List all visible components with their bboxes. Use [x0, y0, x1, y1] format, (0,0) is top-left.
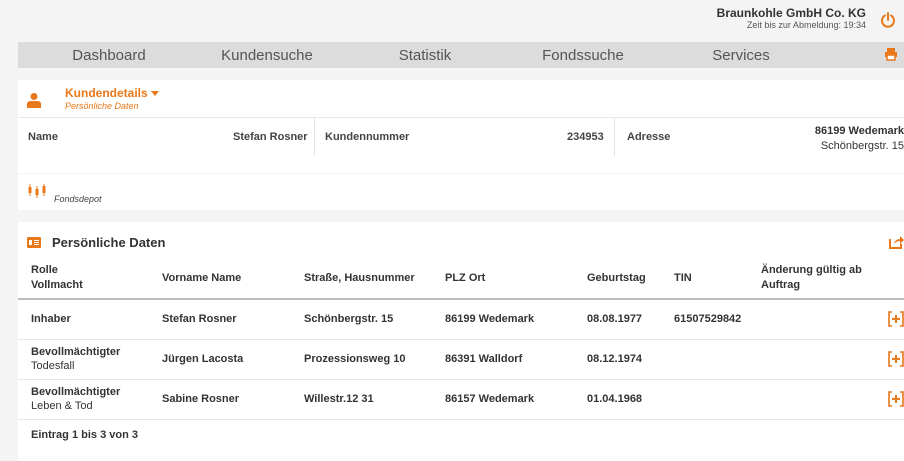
column-header-actions [874, 258, 904, 299]
cell-plz: 86157 Wedemark [445, 393, 535, 405]
cell-rolle: Bevollmächtigter Leben & Tod [31, 386, 121, 412]
cell-tin [674, 379, 761, 419]
nav-item-fondssuche[interactable]: Fondssuche [504, 47, 662, 64]
cell-tin [674, 339, 761, 379]
cell-strasse: Willestr.12 31 [304, 393, 374, 405]
nav-item-statistik[interactable]: Statistik [346, 47, 504, 64]
cell-strasse: Schönbergstr. 15 [304, 313, 394, 326]
cell-actions [874, 379, 904, 419]
column-header-geburtstag[interactable]: Geburtstag [587, 258, 674, 299]
column-header-name[interactable]: Vorname Name [162, 258, 304, 299]
cell-rolle: Inhaber [31, 313, 71, 326]
adresse-label: Adresse [627, 131, 671, 143]
kundennummer-label: Kundennummer [325, 131, 410, 143]
add-icon[interactable] [888, 311, 904, 328]
main-nav: Dashboard Kundensuche Statistik Fondssuc… [18, 42, 904, 68]
cell-strasse: Prozessionsweg 10 [304, 353, 406, 365]
kundennummer-value: 234953 [567, 131, 604, 143]
cell-name: Sabine Rosner [162, 393, 240, 405]
fondsdepot-label: Fondsdepot [54, 194, 102, 204]
persoenliche-daten-header: Persönliche Daten [18, 222, 904, 258]
power-icon[interactable] [880, 12, 896, 28]
kundendetails-header: Kundendetails Persönliche Daten [18, 80, 904, 118]
persoenliche-daten-table: Rolle Vollmacht Vorname Name Straße, Haus… [18, 258, 904, 420]
name-label: Name [28, 131, 58, 143]
column-header-plz[interactable]: PLZ Ort [445, 258, 587, 299]
cell-geburtstag: 08.12.1974 [587, 353, 643, 365]
share-icon[interactable] [888, 235, 904, 249]
cell-actions [874, 339, 904, 379]
cell-aenderung [761, 379, 874, 419]
divider [314, 118, 315, 156]
add-icon[interactable] [888, 391, 904, 407]
candlestick-icon [28, 184, 46, 198]
nav-item-dashboard[interactable]: Dashboard [30, 47, 188, 64]
kundendetails-panel: Kundendetails Persönliche Daten Name Ste… [18, 80, 904, 173]
nav-item-services[interactable]: Services [662, 47, 820, 64]
table-row[interactable]: Bevollmächtigter Leben & Tod Sabine Rosne… [18, 379, 904, 419]
cell-name: Stefan Rosner [162, 313, 237, 326]
column-header-rolle[interactable]: Rolle Vollmacht [18, 258, 162, 299]
kundendetails-subtitle: Persönliche Daten [65, 101, 139, 111]
caret-down-icon [150, 91, 159, 97]
nav-item-kundensuche[interactable]: Kundensuche [188, 47, 346, 64]
table-header-row: Rolle Vollmacht Vorname Name Straße, Haus… [18, 258, 904, 299]
adresse-line1: 86199 Wedemark [814, 125, 904, 137]
kundendetails-title: Kundendetails [65, 86, 148, 100]
adresse-value: 86199 Wedemark Schönbergstr. 15 [815, 124, 904, 154]
id-card-icon [27, 237, 41, 248]
name-value: Stefan Rosner [233, 131, 308, 143]
cell-geburtstag: 01.04.1968 [587, 393, 643, 405]
column-header-tin[interactable]: TIN [674, 258, 761, 299]
user-icon [27, 93, 41, 108]
divider [614, 118, 615, 156]
cell-actions [874, 299, 904, 339]
cell-aenderung [761, 299, 874, 339]
table-footer-count: Eintrag 1 bis 3 von 3 [31, 428, 138, 441]
cell-geburtstag: 08.08.1977 [587, 313, 643, 326]
persoenliche-daten-title: Persönliche Daten [52, 235, 166, 250]
add-icon[interactable] [888, 351, 904, 367]
top-bar: Braunkohle GmbH Co. KG Zeit bis zur Abme… [0, 0, 904, 40]
table-row[interactable]: Bevollmächtigter Todesfall Jürgen Lacosta… [18, 339, 904, 379]
cell-name: Jürgen Lacosta [162, 353, 244, 365]
company-name: Braunkohle GmbH Co. KG [716, 6, 866, 20]
cell-aenderung [761, 339, 874, 379]
table-row[interactable]: Inhaber Stefan Rosner Schönbergstr. 15 8… [18, 299, 904, 339]
printer-icon[interactable] [884, 47, 898, 61]
kundendetails-dropdown[interactable]: Kundendetails [65, 86, 159, 100]
company-info: Braunkohle GmbH Co. KG Zeit bis zur Abme… [717, 7, 866, 31]
fondsdepot-panel[interactable]: Fondsdepot [18, 174, 904, 210]
cell-plz: 86199 Wedemark [445, 313, 535, 326]
persoenliche-daten-panel: Persönliche Daten Rolle Vollmacht Vorname… [18, 222, 904, 461]
cell-tin: 61507529842 [674, 313, 742, 326]
cell-rolle: Bevollmächtigter Todesfall [31, 346, 121, 372]
kundendetails-row: Name Stefan Rosner Kundennummer 234953 A… [18, 118, 904, 156]
column-header-aenderung[interactable]: Änderung gültig ab Auftrag [761, 258, 874, 299]
session-timer: Zeit bis zur Abmeldung: 19:34 [746, 20, 866, 30]
cell-plz: 86391 Walldorf [445, 353, 523, 365]
column-header-strasse[interactable]: Straße, Hausnummer [304, 258, 445, 299]
adresse-line2: Schönbergstr. 15 [820, 140, 904, 152]
